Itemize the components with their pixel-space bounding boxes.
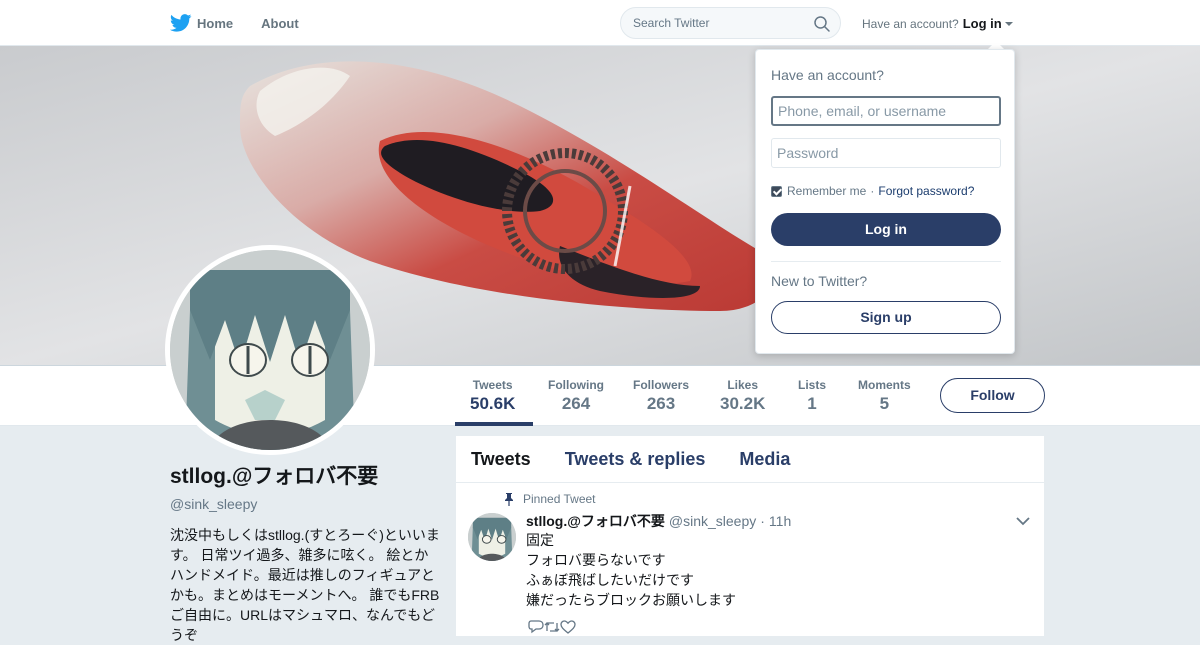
tweet-actions bbox=[528, 620, 576, 634]
tweet-text: 固定 フォロバ要らないです ふぁぼ飛ばしたいだけです 嫌だったらブロックお願いし… bbox=[526, 530, 736, 610]
stat-value: 263 bbox=[646, 394, 676, 413]
nav-home[interactable]: Home bbox=[170, 14, 233, 32]
remember-checkbox[interactable] bbox=[771, 185, 782, 197]
pin-icon bbox=[505, 492, 513, 506]
retweet-icon[interactable] bbox=[544, 620, 560, 634]
remember-separator: · bbox=[870, 184, 875, 198]
stat-followers[interactable]: Followers 263 bbox=[633, 378, 689, 414]
tab-media[interactable]: Media bbox=[739, 449, 790, 470]
search-input[interactable]: Search Twitter bbox=[620, 7, 841, 39]
pinned-label: Pinned Tweet bbox=[523, 492, 596, 506]
nav-about[interactable]: About bbox=[261, 16, 299, 31]
tweet-line: 固定 bbox=[526, 532, 554, 548]
follow-button[interactable]: Follow bbox=[940, 378, 1045, 413]
top-navigation-bar: Home About Search Twitter Have an accoun… bbox=[0, 0, 1200, 46]
stat-lists[interactable]: Lists 1 bbox=[798, 378, 826, 414]
tweet-line: 嫌だったらブロックお願いします bbox=[526, 592, 736, 608]
avatar bbox=[170, 250, 370, 450]
caret-down-icon bbox=[1004, 21, 1013, 26]
nav-home-label: Home bbox=[197, 15, 234, 31]
stat-tweets[interactable]: Tweets 50.6K bbox=[470, 378, 515, 414]
login-dropdown-title: Have an account? bbox=[771, 67, 884, 83]
search-icon[interactable] bbox=[813, 15, 831, 33]
account-prompt: Have an account? bbox=[862, 16, 959, 31]
nav-about-label: About bbox=[261, 15, 299, 31]
remember-label[interactable]: Remember me bbox=[787, 184, 866, 198]
signup-button[interactable]: Sign up bbox=[771, 301, 1001, 334]
profile-bio: 沈没中もしくはstllog.(すとろーぐ)といいます。 日常ツイ過多、雑多に呟く… bbox=[170, 527, 440, 643]
new-to-twitter-label: New to Twitter? bbox=[771, 273, 868, 289]
login-dropdown: Have an account? Remember me · Forgot pa… bbox=[755, 49, 1015, 354]
active-tab-underline bbox=[455, 422, 533, 426]
stat-label: Lists bbox=[798, 378, 827, 392]
chevron-down-icon[interactable] bbox=[1016, 516, 1030, 526]
tweet-header: stllog.@フォロバ不要 @sink_sleepy · 11h bbox=[526, 511, 791, 531]
tweet-line: ふぁぼ飛ばしたいだけです bbox=[526, 572, 694, 588]
stat-value: 5 bbox=[879, 394, 890, 413]
pinned-indicator: Pinned Tweet bbox=[504, 492, 596, 506]
stat-following[interactable]: Following 264 bbox=[548, 378, 604, 414]
timeline: Tweets Tweets & replies Media Pinned Twe… bbox=[456, 436, 1044, 636]
tab-tweets[interactable]: Tweets bbox=[471, 449, 531, 470]
remember-row: Remember me · Forgot password? bbox=[771, 184, 974, 198]
twitter-bird-icon bbox=[170, 14, 192, 32]
like-icon[interactable] bbox=[560, 620, 576, 634]
divider bbox=[771, 261, 1001, 262]
login-button[interactable]: Log in bbox=[771, 213, 1001, 246]
tweet-author-handle[interactable]: @sink_sleepy bbox=[669, 513, 756, 529]
stat-label: Tweets bbox=[472, 378, 513, 392]
login-link[interactable]: Log in bbox=[963, 16, 1002, 31]
stat-label: Likes bbox=[727, 378, 759, 392]
profile-name[interactable]: stllog.@フォロバ不要 bbox=[170, 460, 440, 490]
stat-label: Moments bbox=[858, 378, 911, 392]
timeline-tabs: Tweets Tweets & replies Media bbox=[456, 436, 1044, 483]
password-field[interactable] bbox=[771, 138, 1001, 168]
tweet-author-name[interactable]: stllog.@フォロバ不要 bbox=[526, 511, 665, 531]
reply-icon[interactable] bbox=[528, 620, 544, 634]
stat-label: Following bbox=[548, 378, 604, 392]
tweet-avatar-illustration bbox=[468, 513, 516, 561]
profile-avatar[interactable] bbox=[165, 245, 375, 455]
search-placeholder: Search Twitter bbox=[633, 16, 710, 30]
primary-nav: Home About bbox=[170, 0, 327, 46]
stat-value: 30.2K bbox=[720, 394, 766, 413]
tweet-line: フォロバ要らないです bbox=[526, 552, 666, 568]
stat-likes[interactable]: Likes 30.2K bbox=[720, 378, 765, 414]
profile-handle[interactable]: @sink_sleepy bbox=[170, 496, 440, 512]
tweet-separator: · bbox=[760, 513, 765, 529]
stat-value: 50.6K bbox=[470, 394, 516, 413]
profile-card: stllog.@フォロバ不要 @sink_sleepy 沈没中もしくはstllo… bbox=[170, 460, 440, 645]
avatar-illustration bbox=[170, 250, 370, 450]
tab-tweets-replies[interactable]: Tweets & replies bbox=[565, 449, 706, 470]
forgot-password-link[interactable]: Forgot password? bbox=[878, 184, 974, 198]
tweet-timestamp[interactable]: 11h bbox=[769, 513, 791, 529]
stat-moments[interactable]: Moments 5 bbox=[858, 378, 911, 414]
stat-value: 264 bbox=[561, 394, 591, 413]
tweet-avatar[interactable] bbox=[468, 513, 516, 561]
username-field[interactable] bbox=[771, 96, 1001, 126]
stat-value: 1 bbox=[807, 394, 817, 413]
account-login-toggle[interactable]: Have an account? Log in bbox=[862, 16, 1013, 31]
stat-label: Followers bbox=[633, 378, 690, 392]
